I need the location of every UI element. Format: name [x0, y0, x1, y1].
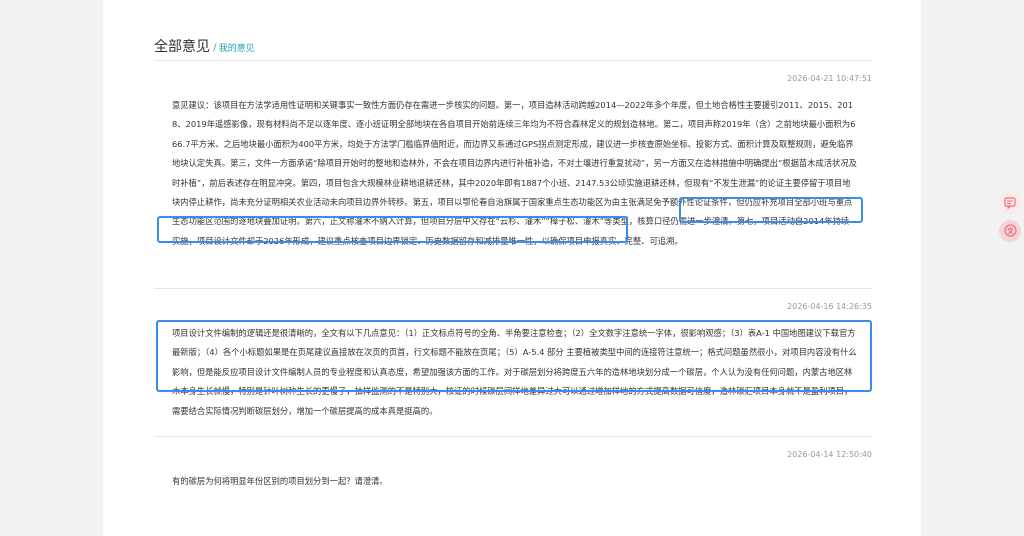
opinion-2-text: 项目设计文件编制的逻辑还是很清晰的，全文有以下几点意见：（1）正文标点符号的全角…: [172, 328, 857, 416]
opinion-1-timestamp: 2026-04-21 10:47:51: [787, 74, 872, 83]
opinions-panel: 全部意见 / 我的意见 2026-04-21 10:47:51 意见建议：该项目在方…: [103, 0, 921, 536]
header-divider: [154, 60, 872, 61]
feedback-button[interactable]: [999, 192, 1021, 214]
page-header: 全部意见 / 我的意见: [154, 36, 255, 56]
title-separator: /: [213, 41, 217, 54]
opinion-3-text: 有的碳层为何将明显年份区别的项目划分到一起？请澄清。: [172, 476, 388, 486]
opinion-3-timestamp: 2026-04-14 12:50:40: [787, 450, 872, 459]
opinion-2-timestamp: 2026-04-16 14:26:35: [787, 302, 872, 311]
translate-icon: [1003, 222, 1017, 241]
opinion-1-text: 意见建议：该项目在方法学适用性证明和关键事实一致性方面仍存在需进一步核实的问题。…: [172, 100, 857, 246]
opinion-divider: [154, 288, 872, 289]
feedback-icon: [1004, 194, 1016, 213]
opinion-divider: [154, 436, 872, 437]
page-title: 全部意见: [154, 39, 210, 55]
my-opinions-link[interactable]: 我的意见: [219, 44, 255, 54]
translate-button[interactable]: [999, 220, 1021, 242]
